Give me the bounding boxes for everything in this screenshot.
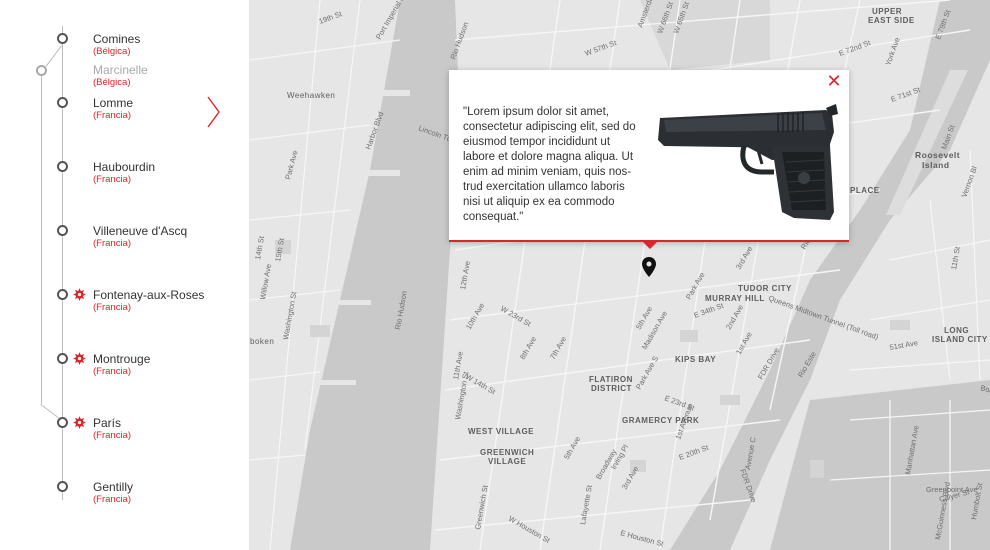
route-stop-country: (Francia)	[93, 302, 132, 313]
route-stop-name[interactable]: Haubourdin	[93, 160, 155, 174]
route-stop-marker[interactable]	[36, 65, 47, 76]
svg-text:TUDOR CITY: TUDOR CITY	[738, 284, 792, 293]
svg-text:EAST SIDE: EAST SIDE	[868, 16, 915, 25]
route-stop-name[interactable]: Montrouge	[93, 352, 150, 366]
route-stop-name[interactable]: Marcinelle	[93, 63, 148, 77]
route-stop-marker[interactable]	[57, 481, 68, 492]
route-stop-country: (Francia)	[93, 366, 132, 377]
svg-text:DISTRICT: DISTRICT	[591, 384, 632, 393]
close-icon[interactable]: ✕	[825, 72, 843, 90]
route-stop-country: (Bélgica)	[93, 77, 131, 88]
svg-text:PLACE: PLACE	[850, 186, 880, 195]
route-stop-country: (Francia)	[93, 238, 132, 249]
svg-text:LONG: LONG	[944, 326, 969, 335]
svg-text:boken: boken	[250, 337, 274, 346]
svg-text:Roosevelt: Roosevelt	[915, 150, 960, 160]
route-stop-country: (Francia)	[93, 494, 132, 505]
route-stop-marker[interactable]	[57, 225, 68, 236]
route-stop-name[interactable]: Comines	[93, 32, 140, 46]
svg-text:VILLAGE: VILLAGE	[488, 457, 526, 466]
route-stop-name[interactable]: Fontenay-aux-Roses	[93, 288, 204, 302]
route-stop-country: (Francia)	[93, 174, 132, 185]
svg-text:MURRAY HILL: MURRAY HILL	[705, 294, 765, 303]
route-stop-country: (Francia)	[93, 110, 132, 121]
pistol-image	[658, 104, 838, 220]
route-stop-marker[interactable]	[57, 161, 68, 172]
svg-text:GREENWICH: GREENWICH	[480, 448, 534, 457]
svg-text:KIPS BAY: KIPS BAY	[675, 355, 716, 364]
active-stop-pointer-icon	[207, 96, 220, 128]
route-sidebar: Comines (Bélgica) Marcinelle (Bélgica) Lomme…	[0, 0, 250, 550]
explosion-icon	[73, 352, 86, 365]
route-stop-country: (Francia)	[93, 430, 132, 441]
route-stop-name[interactable]: Villeneuve d'Ascq	[93, 224, 187, 238]
svg-text:UPPER: UPPER	[872, 7, 902, 16]
route-stop-marker[interactable]	[57, 417, 68, 428]
timeline-branch	[41, 74, 42, 404]
svg-text:ISLAND CITY: ISLAND CITY	[932, 335, 988, 344]
route-stop-marker[interactable]	[57, 289, 68, 300]
svg-text:WEST VILLAGE: WEST VILLAGE	[468, 427, 534, 436]
route-stop-name[interactable]: París	[93, 416, 121, 430]
svg-text:Weehawken: Weehawken	[287, 91, 335, 100]
map-marker-icon[interactable]	[642, 257, 656, 277]
route-stop-marker[interactable]	[57, 353, 68, 364]
popup-quote: "Lorem ipsum dolor sit amet, consectetur…	[463, 106, 636, 223]
timeline-branch	[45, 45, 62, 67]
explosion-icon	[73, 416, 86, 429]
route-stop-country: (Bélgica)	[93, 46, 131, 57]
route-stop-name[interactable]: Gentilly	[93, 480, 133, 494]
svg-text:FLATIRON: FLATIRON	[589, 375, 633, 384]
route-stop-marker[interactable]	[57, 33, 68, 44]
route-stop-marker[interactable]	[57, 97, 68, 108]
explosion-icon	[73, 288, 86, 301]
info-popup: ✕ "Lorem ipsum dolor sit amet, consectet…	[449, 70, 849, 249]
route-stop-name[interactable]: Lomme	[93, 96, 133, 110]
svg-text:Island: Island	[922, 160, 950, 170]
